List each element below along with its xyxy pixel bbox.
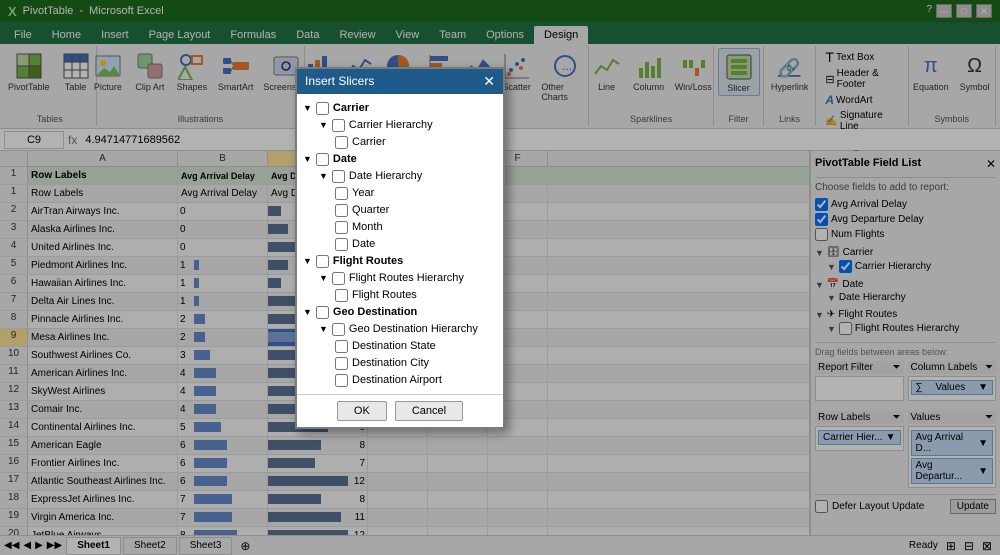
carrier-expand[interactable]: ▼ bbox=[303, 103, 312, 113]
carrier-label: Carrier bbox=[333, 102, 369, 114]
dialog-quarter-item: Quarter bbox=[335, 202, 497, 219]
flightroutes-hier-check-dialog[interactable] bbox=[332, 272, 345, 285]
flightroutes-hierarchy-label: Flight Routes Hierarchy bbox=[349, 272, 464, 284]
dialog-footer: OK Cancel bbox=[297, 394, 503, 427]
quarter-check[interactable] bbox=[335, 204, 348, 217]
dialog-carrier-hierarchy-group: ▼ Carrier Hierarchy bbox=[319, 117, 497, 134]
dialog-title: Insert Slicers ✕ bbox=[297, 69, 503, 94]
destcity-label: Destination City bbox=[352, 357, 429, 369]
deststate-check[interactable] bbox=[335, 340, 348, 353]
carrier-hier-expand[interactable]: ▼ bbox=[319, 120, 328, 130]
deststate-label: Destination State bbox=[352, 340, 436, 352]
ok-button[interactable]: OK bbox=[337, 401, 387, 421]
dialog-carrier-group: ▼ Carrier bbox=[303, 100, 497, 117]
insert-slicers-dialog: Insert Slicers ✕ ▼ Carrier ▼ Carrier Hie… bbox=[295, 67, 505, 429]
carrier-group-check[interactable] bbox=[316, 102, 329, 115]
month-check[interactable] bbox=[335, 221, 348, 234]
dialog-destcity-item: Destination City bbox=[335, 355, 497, 372]
date-label: Date bbox=[333, 153, 357, 165]
dialog-month-item: Month bbox=[335, 219, 497, 236]
carrier-item-label: Carrier bbox=[352, 136, 386, 148]
year-label: Year bbox=[352, 187, 374, 199]
date-hier-group-check[interactable] bbox=[332, 170, 345, 183]
geodest-expand[interactable]: ▼ bbox=[303, 307, 312, 317]
dialog-date-hierarchy-group: ▼ Date Hierarchy bbox=[319, 168, 497, 185]
date-expand[interactable]: ▼ bbox=[303, 154, 312, 164]
dialog-overlay: Insert Slicers ✕ ▼ Carrier ▼ Carrier Hie… bbox=[0, 0, 1000, 555]
flightroutes-item-label: Flight Routes bbox=[352, 289, 417, 301]
dialog-body: ▼ Carrier ▼ Carrier Hierarchy Carrier ▼ … bbox=[297, 94, 503, 394]
dialog-flightroutes-group: ▼ Flight Routes bbox=[303, 253, 497, 270]
date-hierarchy-label: Date Hierarchy bbox=[349, 170, 422, 182]
geodest-hier-check[interactable] bbox=[332, 323, 345, 336]
carrier-check[interactable] bbox=[335, 136, 348, 149]
dialog-geodest-group: ▼ Geo Destination bbox=[303, 304, 497, 321]
dialog-carrier-item: Carrier bbox=[335, 134, 497, 151]
flightroutes-hier-expand-dialog[interactable]: ▼ bbox=[319, 273, 328, 283]
destairport-label: Destination Airport bbox=[352, 374, 442, 386]
cancel-button[interactable]: Cancel bbox=[395, 401, 463, 421]
carrier-hier-group-check[interactable] bbox=[332, 119, 345, 132]
dialog-date-group: ▼ Date bbox=[303, 151, 497, 168]
dialog-date-item: Date bbox=[335, 236, 497, 253]
date-hier-expand[interactable]: ▼ bbox=[319, 171, 328, 181]
geodest-hier-expand[interactable]: ▼ bbox=[319, 324, 328, 334]
destcity-check[interactable] bbox=[335, 357, 348, 370]
flightroutes-expand[interactable]: ▼ bbox=[303, 256, 312, 266]
carrier-hierarchy-label: Carrier Hierarchy bbox=[349, 119, 433, 131]
geodest-group-check[interactable] bbox=[316, 306, 329, 319]
dialog-flightroutes-hierarchy-group: ▼ Flight Routes Hierarchy bbox=[319, 270, 497, 287]
dialog-destairport-item: Destination Airport bbox=[335, 372, 497, 389]
flightroutes-group-check[interactable] bbox=[316, 255, 329, 268]
dialog-close-button[interactable]: ✕ bbox=[483, 73, 495, 90]
quarter-label: Quarter bbox=[352, 204, 389, 216]
dialog-deststate-item: Destination State bbox=[335, 338, 497, 355]
dialog-title-text: Insert Slicers bbox=[305, 74, 374, 88]
dialog-geodest-hierarchy-group: ▼ Geo Destination Hierarchy bbox=[319, 321, 497, 338]
date-group-check[interactable] bbox=[316, 153, 329, 166]
destairport-check[interactable] bbox=[335, 374, 348, 387]
flightroutes-label: Flight Routes bbox=[333, 255, 403, 267]
geodest-hierarchy-label: Geo Destination Hierarchy bbox=[349, 323, 478, 335]
geodest-label: Geo Destination bbox=[333, 306, 417, 318]
month-label: Month bbox=[352, 221, 383, 233]
date-check[interactable] bbox=[335, 238, 348, 251]
dialog-year-item: Year bbox=[335, 185, 497, 202]
year-check[interactable] bbox=[335, 187, 348, 200]
dialog-flightroutes-item: Flight Routes bbox=[335, 287, 497, 304]
date-item-label: Date bbox=[352, 238, 375, 250]
flightroutes-item-check[interactable] bbox=[335, 289, 348, 302]
